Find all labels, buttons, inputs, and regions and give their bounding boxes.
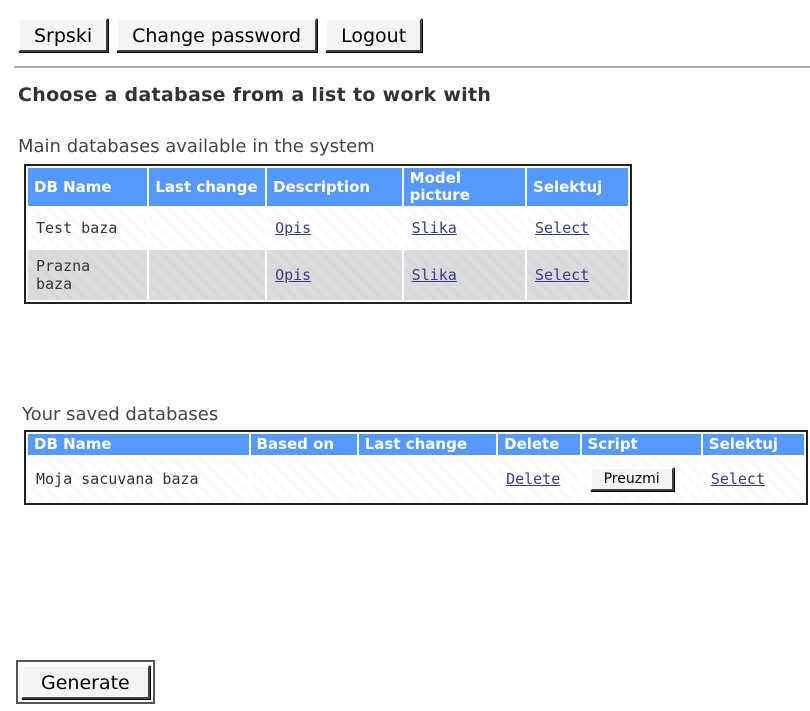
col-last-change: Last change: [358, 434, 497, 455]
col-delete: Delete: [498, 434, 580, 455]
picture-cell: Slika: [403, 250, 526, 300]
db-name-cell: Prazna baza: [28, 250, 148, 300]
generate-button[interactable]: Generate: [21, 665, 150, 699]
saved-databases-caption: Your saved databases: [22, 404, 219, 425]
description-link[interactable]: Opis: [275, 266, 311, 284]
header-divider: [14, 66, 810, 68]
col-script: Script: [581, 434, 701, 455]
based-on-cell: [250, 457, 357, 501]
col-description: Description: [267, 168, 402, 206]
description-cell: Opis: [267, 250, 402, 300]
last-change-cell: [149, 208, 266, 248]
delete-cell: Delete: [498, 457, 580, 501]
model-picture-link[interactable]: Slika: [412, 219, 457, 237]
logout-button[interactable]: Logout: [325, 18, 423, 52]
table-header-row: DB Name Last change Description Model pi…: [28, 168, 628, 206]
top-toolbar: Srpski Change password Logout: [18, 18, 423, 52]
language-button[interactable]: Srpski: [18, 18, 109, 52]
main-databases-caption: Main databases available in the system: [18, 136, 375, 157]
picture-cell: Slika: [403, 208, 526, 248]
select-cell: Select: [527, 208, 628, 248]
table-row: Prazna baza Opis Slika Select: [28, 250, 628, 300]
description-link[interactable]: Opis: [275, 219, 311, 237]
col-selektuj: Selektuj: [702, 434, 804, 455]
col-model-picture: Model picture: [403, 168, 526, 206]
col-last-change: Last change: [149, 168, 266, 206]
last-change-cell: [149, 250, 266, 300]
col-db-name: DB Name: [28, 168, 148, 206]
select-cell: Select: [702, 457, 804, 501]
table-row: Moja sacuvana baza Delete Preuzmi Select: [28, 457, 804, 501]
col-db-name: DB Name: [28, 434, 249, 455]
select-link[interactable]: Select: [711, 470, 765, 488]
page-title: Choose a database from a list to work wi…: [18, 84, 492, 106]
delete-link[interactable]: Delete: [506, 470, 560, 488]
main-databases-table: DB Name Last change Description Model pi…: [24, 164, 632, 304]
description-cell: Opis: [267, 208, 402, 248]
col-selektuj: Selektuj: [527, 168, 628, 206]
script-cell: Preuzmi: [581, 457, 701, 501]
generate-frame: Generate: [16, 660, 155, 704]
last-change-cell: [358, 457, 497, 501]
col-based-on: Based on: [250, 434, 357, 455]
table-row: Test baza Opis Slika Select: [28, 208, 628, 248]
saved-databases-table: DB Name Based on Last change Delete Scri…: [24, 430, 808, 505]
model-picture-link[interactable]: Slika: [412, 266, 457, 284]
table-header-row: DB Name Based on Last change Delete Scri…: [28, 434, 804, 455]
db-name-cell: Moja sacuvana baza: [28, 457, 249, 501]
change-password-button[interactable]: Change password: [116, 18, 318, 52]
select-cell: Select: [527, 250, 628, 300]
download-script-button[interactable]: Preuzmi: [589, 467, 674, 491]
select-link[interactable]: Select: [535, 219, 589, 237]
db-name-cell: Test baza: [28, 208, 148, 248]
select-link[interactable]: Select: [535, 266, 589, 284]
